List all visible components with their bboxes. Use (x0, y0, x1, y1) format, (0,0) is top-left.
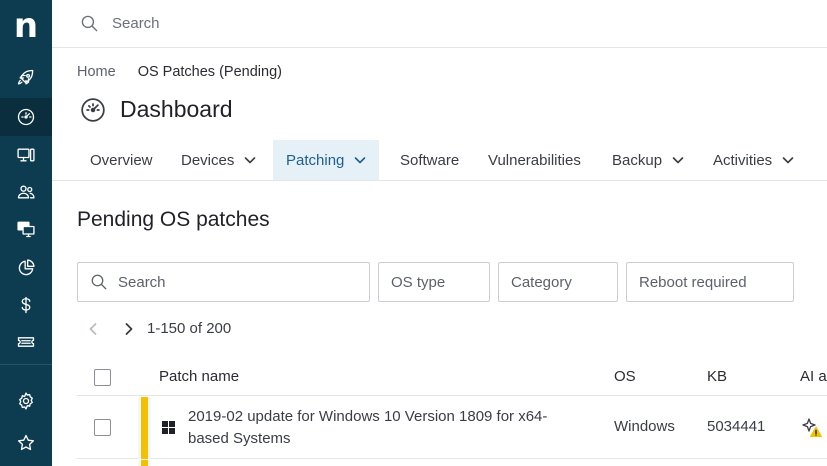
patch-search-placeholder: Search (118, 273, 166, 291)
ai-sparkle-warning-icon[interactable] (801, 416, 823, 438)
severity-indicator (141, 397, 148, 459)
sidebar: n (0, 0, 52, 466)
chevron-down-icon (355, 157, 366, 164)
tab-activities[interactable]: Activities (713, 140, 794, 180)
reboot-required-filter-label: Reboot required (639, 273, 747, 291)
reboot-required-filter[interactable]: Reboot required (626, 262, 794, 302)
sidebar-divider (0, 364, 52, 365)
column-header-os[interactable]: OS (614, 368, 636, 385)
chevron-down-icon (672, 157, 684, 164)
os-cell: Windows (614, 418, 675, 435)
pagination: 1-150 of 200 (86, 320, 231, 337)
brand-logo[interactable]: n (0, 0, 52, 58)
dollar-icon[interactable] (0, 286, 52, 324)
tab-label: Software (400, 151, 460, 169)
os-type-filter[interactable]: OS type (378, 262, 490, 302)
tab-vulnerabilities[interactable]: Vulnerabilities (488, 140, 581, 180)
table-header: Patch name OS KB AI a (77, 358, 827, 396)
tab-label: Vulnerabilities (488, 151, 581, 169)
dashboard-gauge-icon (81, 97, 105, 122)
category-filter-label: Category (511, 273, 572, 291)
tab-label: Activities (713, 151, 773, 169)
tab-bar: Overview Devices Patching Software Vulne… (52, 140, 827, 181)
section-title: Pending OS patches (77, 208, 270, 231)
breadcrumb-home[interactable]: Home (77, 64, 116, 80)
remote-screens-icon[interactable] (0, 210, 52, 248)
tab-devices[interactable]: Devices (181, 140, 256, 180)
table-row-partial (77, 460, 827, 466)
os-type-filter-label: OS type (391, 273, 446, 291)
tab-label: Overview (90, 151, 153, 169)
chevron-down-icon (245, 157, 256, 164)
column-header-ai[interactable]: AI a (800, 368, 827, 385)
select-all-checkbox[interactable] (94, 369, 111, 386)
table-row[interactable]: 2019-02 update for Windows 10 Version 18… (77, 397, 827, 459)
column-header-kb[interactable]: KB (707, 368, 727, 385)
star-icon[interactable] (0, 424, 52, 462)
search-icon (81, 15, 98, 32)
breadcrumb-current: OS Patches (Pending) (137, 64, 282, 80)
chevron-down-icon (782, 157, 794, 164)
severity-indicator (141, 460, 148, 466)
tab-label: Backup (612, 151, 663, 169)
tab-patching[interactable]: Patching (273, 140, 380, 180)
ticket-icon[interactable] (0, 323, 52, 361)
page-title: Dashboard (120, 96, 233, 122)
tab-label: Devices (181, 151, 235, 169)
windows-icon (162, 421, 176, 435)
search-icon (91, 274, 107, 290)
rocket-icon[interactable] (0, 59, 52, 97)
settings-gear-icon[interactable] (0, 382, 52, 420)
dashboard-gauge-icon[interactable] (0, 98, 52, 136)
logo-text: n (13, 6, 39, 46)
pagination-range: 1-150 of 200 (147, 320, 232, 337)
category-filter[interactable]: Category (498, 262, 618, 302)
pie-chart-icon[interactable] (0, 249, 52, 287)
tab-backup[interactable]: Backup (612, 140, 684, 180)
patch-search-input[interactable]: Search (77, 262, 370, 302)
tab-software[interactable]: Software (400, 140, 459, 180)
page-header: Dashboard (80, 96, 233, 123)
next-page-button[interactable] (122, 322, 136, 336)
global-search-placeholder: Search (112, 15, 160, 32)
devices-icon[interactable] (0, 136, 52, 174)
tab-label: Patching (286, 151, 345, 169)
tab-overview[interactable]: Overview (90, 140, 153, 180)
previous-page-button[interactable] (86, 322, 100, 336)
patch-name-cell: 2019-02 update for Windows 10 Version 18… (188, 408, 548, 447)
users-icon[interactable] (0, 173, 52, 211)
column-header-patch-name[interactable]: Patch name (159, 368, 239, 385)
global-search-bar[interactable]: Search (52, 0, 827, 48)
kb-cell: 5034441 (707, 418, 766, 435)
breadcrumb: Home OS Patches (Pending) (77, 64, 282, 80)
row-checkbox[interactable] (94, 419, 111, 436)
